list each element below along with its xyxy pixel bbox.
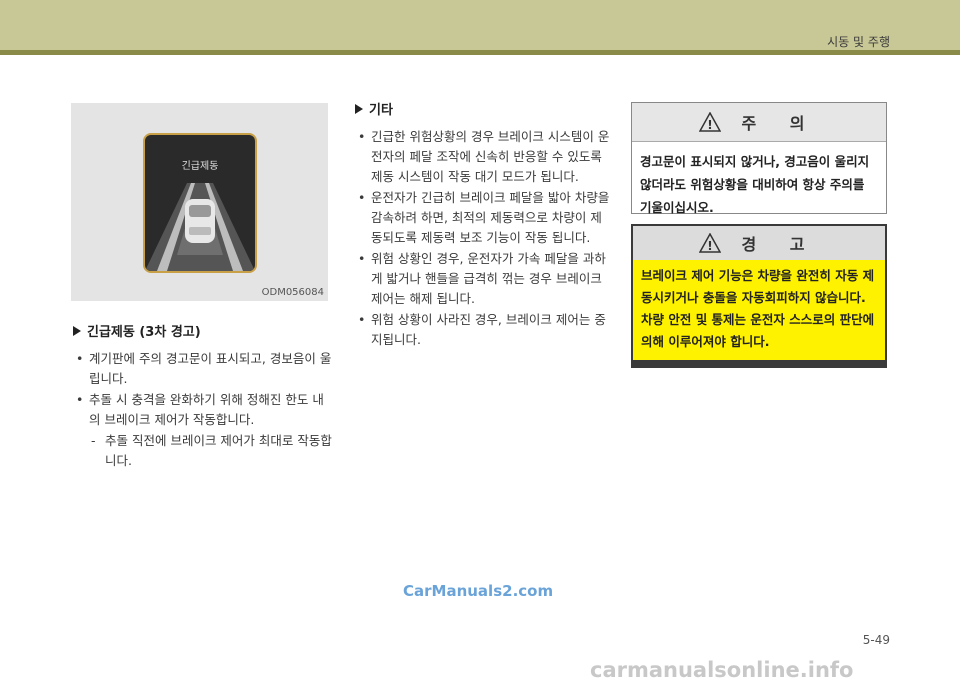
caution-title: 주 의	[741, 114, 819, 133]
figure-code: ODM056084	[261, 287, 324, 298]
section-title: 시동 및 주행	[827, 35, 890, 49]
list-item: 추돌 시 충격을 완화하기 위해 정해진 한도 내의 브레이크 제어가 작동합니…	[73, 390, 335, 430]
header-bar: 시동 및 주행	[0, 0, 960, 50]
cluster-figure: 긴급제동 ODM056084	[71, 103, 328, 301]
triangle-bullet-icon	[73, 326, 81, 336]
watermark-footer: carmanualsonline.info	[590, 658, 854, 682]
watermark-link[interactable]: CarManuals2.com	[403, 582, 553, 600]
warning-title: 경 고	[741, 235, 819, 254]
middle-column: 기타 긴급한 위험상황의 경우 브레이크 시스템이 운전자의 페달 조작에 신속…	[355, 101, 610, 351]
triangle-bullet-icon	[355, 104, 363, 114]
list-item: 위험 상황인 경우, 운전자가 가속 페달을 과하게 밟거나 핸들을 급격히 꺾…	[355, 249, 610, 309]
list-item: 계기판에 주의 경고문이 표시되고, 경보음이 울립니다.	[73, 349, 335, 389]
warning-box: ! 경 고 브레이크 제어 기능은 차량을 완전히 자동 제동시키거나 충돌을 …	[631, 224, 887, 368]
list-item: 위험 상황이 사라진 경우, 브레이크 제어는 중지됩니다.	[355, 310, 610, 350]
left-heading: 긴급제동 (3차 경고)	[73, 323, 335, 343]
car-icon	[185, 199, 215, 243]
list-item: 운전자가 긴급히 브레이크 페달을 밟아 차량을 감속하려 하면, 최적의 제동…	[355, 188, 610, 248]
list-item: 긴급한 위험상황의 경우 브레이크 시스템이 운전자의 페달 조작에 신속히 반…	[355, 127, 610, 187]
svg-text:!: !	[708, 118, 713, 132]
cluster-screen: 긴급제동	[143, 133, 257, 273]
left-column: 긴급제동 (3차 경고) 계기판에 주의 경고문이 표시되고, 경보음이 울립니…	[73, 323, 335, 472]
caution-box: ! 주 의 경고문이 표시되지 않거나, 경고음이 울리지 않더라도 위험상황을…	[631, 102, 887, 215]
caution-header: ! 주 의	[632, 103, 886, 142]
middle-heading: 기타	[355, 101, 610, 121]
screen-label: 긴급제동	[181, 161, 219, 172]
warning-header: ! 경 고	[633, 226, 885, 260]
svg-text:!: !	[708, 239, 713, 253]
caution-text: 경고문이 표시되지 않거나, 경고음이 울리지 않더라도 위험상황을 대비하여 …	[640, 154, 870, 215]
page-number: 5-49	[862, 633, 890, 647]
warning-text: 브레이크 제어 기능은 차량을 완전히 자동 제동시키거나 충돌을 자동회피하지…	[633, 260, 885, 360]
header-divider	[0, 50, 960, 55]
sub-list-item: 추돌 직전에 브레이크 제어가 최대로 작동합니다.	[73, 431, 335, 471]
warning-triangle-icon: !	[699, 233, 722, 253]
warning-triangle-icon: !	[699, 112, 722, 132]
road-illustration	[145, 183, 255, 271]
